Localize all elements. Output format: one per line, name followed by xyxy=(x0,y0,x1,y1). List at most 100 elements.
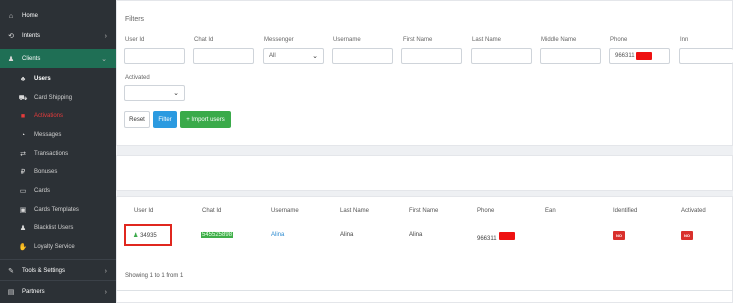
phone-input-value: 966311 xyxy=(615,53,635,59)
sidebar-item-messages[interactable]: ◔ Messages xyxy=(0,126,116,144)
filters-title: Filters xyxy=(125,16,145,23)
username-input[interactable] xyxy=(332,48,393,64)
sidebar-item-label: Blacklist Users xyxy=(34,225,74,231)
last-name-input[interactable] xyxy=(471,48,532,64)
intents-icon: ⟲ xyxy=(8,33,14,40)
sidebar-item-loyalty-service[interactable]: ✋ Loyalty Service xyxy=(0,238,116,256)
home-icon: ⌂ xyxy=(8,12,14,20)
activation-icon: ■ xyxy=(20,112,26,120)
middle-name-label: Middle Name xyxy=(541,37,577,43)
messenger-select[interactable]: All ⌄ xyxy=(263,48,324,64)
table-row-last-name: Alina xyxy=(340,232,354,238)
sidebar-item-activations[interactable]: ■ Activations xyxy=(0,107,116,125)
column-header-identified[interactable]: Identified xyxy=(613,208,637,214)
message-icon: ◔ xyxy=(20,131,26,139)
sidebar-item-label: Home xyxy=(22,13,39,19)
sidebar-item-label: Users xyxy=(34,76,51,82)
chevron-down-icon: ⌄ xyxy=(312,53,318,60)
messenger-select-value: All xyxy=(269,53,276,59)
phone-value: 966311 xyxy=(477,236,497,242)
user-id-input[interactable] xyxy=(124,48,185,64)
chevron-down-icon: ⌄ xyxy=(101,55,107,63)
transactions-icon: ⇄ xyxy=(20,151,26,158)
middle-name-input[interactable] xyxy=(540,48,601,64)
chat-id-value: 545525898 xyxy=(201,232,234,238)
sidebar-item-label: Card Shipping xyxy=(34,95,73,101)
last-name-label: Last Name xyxy=(472,37,502,43)
sidebar: ⌂ Home ⟲ Intents › ♟ Clients ⌄ ♣ Users ⛟… xyxy=(0,0,116,303)
sidebar-item-users[interactable]: ♣ Users xyxy=(0,70,116,88)
wrench-icon: ✎ xyxy=(8,268,14,275)
sidebar-item-blacklist-users[interactable]: ♟ Blacklist Users xyxy=(0,219,116,237)
sidebar-item-label: Transactions xyxy=(34,151,69,157)
column-header-activated[interactable]: Activated xyxy=(681,208,706,214)
messenger-label: Messenger xyxy=(264,37,294,43)
sidebar-item-cards[interactable]: ▭ Cards xyxy=(0,182,116,200)
user-icon: ♟ xyxy=(133,233,139,239)
chevron-right-icon: › xyxy=(104,288,107,296)
column-header-phone[interactable]: Phone xyxy=(477,208,494,214)
sidebar-divider xyxy=(0,280,116,281)
chat-id-label: Chat Id xyxy=(194,37,214,43)
import-users-button[interactable]: + Import users xyxy=(180,111,231,128)
partners-icon: ▤ xyxy=(7,289,15,296)
phone-label: Phone xyxy=(610,37,628,43)
table-row-user-id[interactable]: ♟ 34935 xyxy=(133,232,157,239)
activated-label: Activated xyxy=(125,75,150,81)
sidebar-item-label: Clients xyxy=(22,55,41,62)
sidebar-item-clients[interactable]: ♟ Clients ⌄ xyxy=(0,49,116,68)
table-footer: Showing 1 to 1 from 1 xyxy=(125,273,184,279)
inn-label: Inn xyxy=(680,37,689,43)
sidebar-item-tools-settings[interactable]: ✎ Tools & Settings › xyxy=(0,262,116,280)
column-header-username[interactable]: Username xyxy=(271,208,299,214)
chat-id-input[interactable] xyxy=(193,48,254,64)
filter-button[interactable]: Filter xyxy=(153,111,177,128)
sidebar-item-label: Tools & Settings xyxy=(22,268,66,274)
toolbar-panel xyxy=(116,155,733,191)
bonus-icon: ₽ xyxy=(20,169,26,176)
column-header-ean[interactable]: Ean xyxy=(545,208,556,214)
redaction-mark xyxy=(635,52,652,60)
sidebar-item-label: Activations xyxy=(34,113,64,119)
sidebar-item-label: Cards xyxy=(34,188,51,194)
sidebar-item-card-shipping[interactable]: ⛟ Card Shipping xyxy=(0,89,116,107)
redaction-mark xyxy=(499,232,516,240)
inn-input[interactable] xyxy=(679,48,733,64)
first-name-label: First Name xyxy=(403,37,433,43)
users-icon: ♣ xyxy=(20,75,26,83)
user-id-value: 34935 xyxy=(140,233,157,239)
column-header-user-id[interactable]: User Id xyxy=(134,208,153,214)
table-row-phone: 966311 xyxy=(477,232,516,242)
truck-icon: ⛟ xyxy=(18,94,28,102)
activated-select[interactable]: ⌄ xyxy=(124,85,185,101)
loyalty-icon: ✋ xyxy=(18,244,28,251)
template-icon: ▣ xyxy=(19,207,27,214)
chevron-down-icon: ⌄ xyxy=(173,90,179,97)
sidebar-item-partners[interactable]: ▤ Partners › xyxy=(0,283,116,301)
column-header-last-name[interactable]: Last Name xyxy=(340,208,369,214)
table-row-username-link[interactable]: Alina xyxy=(271,232,284,238)
identified-badge: NO xyxy=(613,231,625,240)
sidebar-item-label: Cards Templates xyxy=(34,207,79,213)
clients-icon: ♟ xyxy=(7,55,15,63)
panel-divider xyxy=(116,290,733,291)
column-header-first-name[interactable]: First Name xyxy=(409,208,438,214)
column-header-chat-id[interactable]: Chat Id xyxy=(202,208,221,214)
phone-input[interactable]: 966311 xyxy=(609,48,670,64)
table-row-chat-id[interactable]: 545525898 xyxy=(201,232,234,238)
sidebar-item-bonuses[interactable]: ₽ Bonuses xyxy=(0,163,116,181)
chevron-right-icon: › xyxy=(104,32,107,40)
card-icon: ▭ xyxy=(19,188,27,195)
sidebar-item-label: Partners xyxy=(22,289,45,295)
sidebar-item-transactions[interactable]: ⇄ Transactions xyxy=(0,145,116,163)
sidebar-item-home[interactable]: ⌂ Home xyxy=(0,7,116,25)
username-label: Username xyxy=(333,37,361,43)
sidebar-item-cards-templates[interactable]: ▣ Cards Templates xyxy=(0,201,116,219)
sidebar-item-label: Bonuses xyxy=(34,169,58,175)
sidebar-divider xyxy=(0,259,116,260)
reset-button[interactable]: Reset xyxy=(124,111,150,128)
sidebar-item-label: Loyalty Service xyxy=(34,244,75,250)
sidebar-item-intents[interactable]: ⟲ Intents › xyxy=(0,27,116,45)
first-name-input[interactable] xyxy=(401,48,462,64)
table-row-first-name: Alina xyxy=(409,232,423,238)
